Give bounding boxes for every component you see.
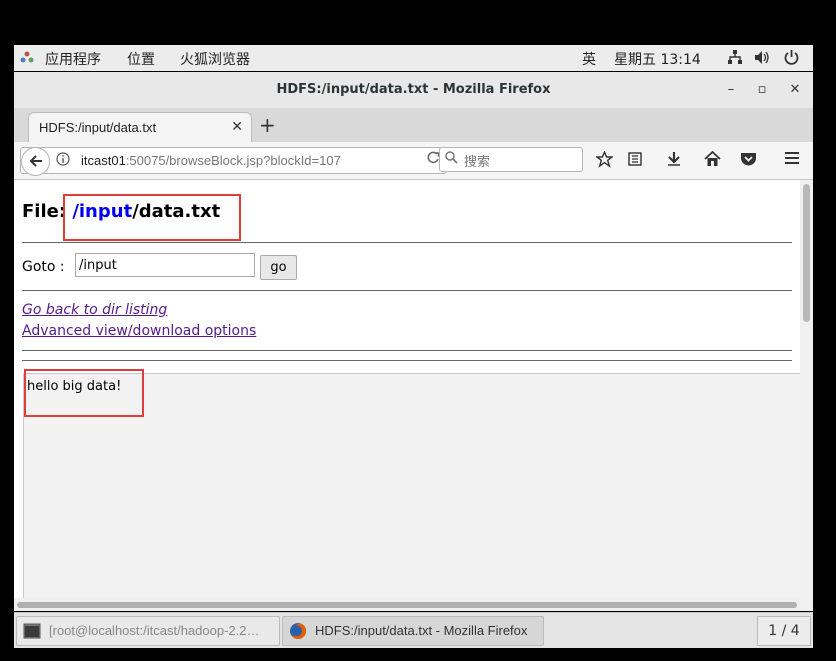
taskbar-terminal-label: [root@localhost:/itcast/hadoop-2.2… — [49, 623, 260, 638]
volume-icon[interactable] — [754, 50, 770, 69]
goto-label: Goto : — [22, 259, 65, 275]
reload-icon[interactable] — [426, 151, 440, 169]
menu-icon[interactable] — [784, 151, 800, 169]
search-icon — [445, 151, 458, 168]
firefox-menu[interactable]: 火狐浏览器 — [180, 49, 250, 69]
go-button[interactable]: go — [260, 255, 297, 280]
system-top-bar: 应用程序 位置 火狐浏览器 英 星期五 13:14 — [14, 45, 813, 71]
vertical-scrollbar[interactable] — [800, 180, 813, 598]
power-icon[interactable] — [784, 49, 799, 69]
apps-icon[interactable] — [20, 51, 34, 69]
tab-hdfs-data[interactable]: HDFS:/input/data.txt ✕ — [28, 112, 252, 143]
url-text[interactable]: itcast01:50075/browseBlock.jsp?blockId=1… — [81, 153, 341, 168]
divider — [22, 350, 792, 351]
reading-list-icon[interactable] — [627, 151, 643, 171]
terminal-icon — [23, 622, 41, 640]
goto-input[interactable]: /input — [75, 253, 255, 277]
back-button[interactable] — [21, 147, 50, 176]
site-info-icon[interactable] — [56, 152, 70, 170]
tab-bar: HDFS:/input/data.txt ✕ + — [14, 108, 813, 143]
divider — [22, 290, 792, 291]
navigation-toolbar: itcast01:50075/browseBlock.jsp?blockId=1… — [14, 142, 813, 180]
network-icon[interactable] — [728, 50, 742, 69]
close-window-button[interactable]: ✕ — [785, 80, 805, 100]
applications-menu[interactable]: 应用程序 — [45, 49, 101, 69]
input-method-indicator[interactable]: 英 — [582, 49, 596, 69]
taskbar-firefox[interactable]: HDFS:/input/data.txt - Mozilla Firefox — [282, 616, 544, 646]
tab-label: HDFS:/input/data.txt — [39, 120, 157, 135]
taskbar-firefox-label: HDFS:/input/data.txt - Mozilla Firefox — [315, 623, 528, 638]
back-to-dir-link[interactable]: Go back to dir listing — [22, 302, 167, 318]
search-placeholder: 搜索 — [464, 155, 491, 170]
divider — [22, 360, 792, 361]
horizontal-scrollbar[interactable] — [14, 598, 813, 611]
places-menu[interactable]: 位置 — [127, 49, 155, 69]
highlight-box-content — [24, 369, 144, 417]
taskbar: [root@localhost:/itcast/hadoop-2.2… HDFS… — [14, 612, 813, 648]
taskbar-terminal[interactable]: [root@localhost:/itcast/hadoop-2.2… — [16, 616, 280, 646]
window-titlebar[interactable]: HDFS:/input/data.txt - Mozilla Firefox –… — [14, 72, 813, 109]
downloads-icon[interactable] — [666, 151, 682, 171]
advanced-options-link[interactable]: Advanced view/download options — [22, 323, 256, 339]
close-tab-icon[interactable]: ✕ — [231, 119, 243, 135]
firefox-icon — [289, 622, 307, 640]
url-bar[interactable]: itcast01:50075/browseBlock.jsp?blockId=1… — [20, 147, 447, 176]
highlight-box-path — [63, 194, 241, 241]
page-content: File: /input/data.txt Goto : /input go G… — [14, 180, 800, 598]
clock[interactable]: 星期五 13:14 — [614, 49, 701, 69]
divider — [22, 242, 792, 243]
scrollbar-thumb[interactable] — [803, 184, 810, 322]
maximize-button[interactable]: ▫ — [752, 80, 772, 100]
url-host: itcast01 — [81, 153, 126, 168]
home-icon[interactable] — [704, 150, 721, 171]
workspace-pager[interactable]: 1 / 4 — [757, 616, 811, 646]
h-scrollbar-thumb[interactable] — [17, 602, 797, 608]
bookmark-star-icon[interactable] — [594, 150, 615, 172]
search-field[interactable]: 搜索 — [439, 147, 583, 172]
pocket-icon[interactable] — [740, 151, 757, 171]
window-title: HDFS:/input/data.txt - Mozilla Firefox — [276, 82, 551, 97]
url-path: :50075/browseBlock.jsp?blockId=107 — [125, 153, 341, 168]
minimize-button[interactable]: – — [721, 80, 741, 100]
new-tab-button[interactable]: + — [259, 113, 276, 137]
